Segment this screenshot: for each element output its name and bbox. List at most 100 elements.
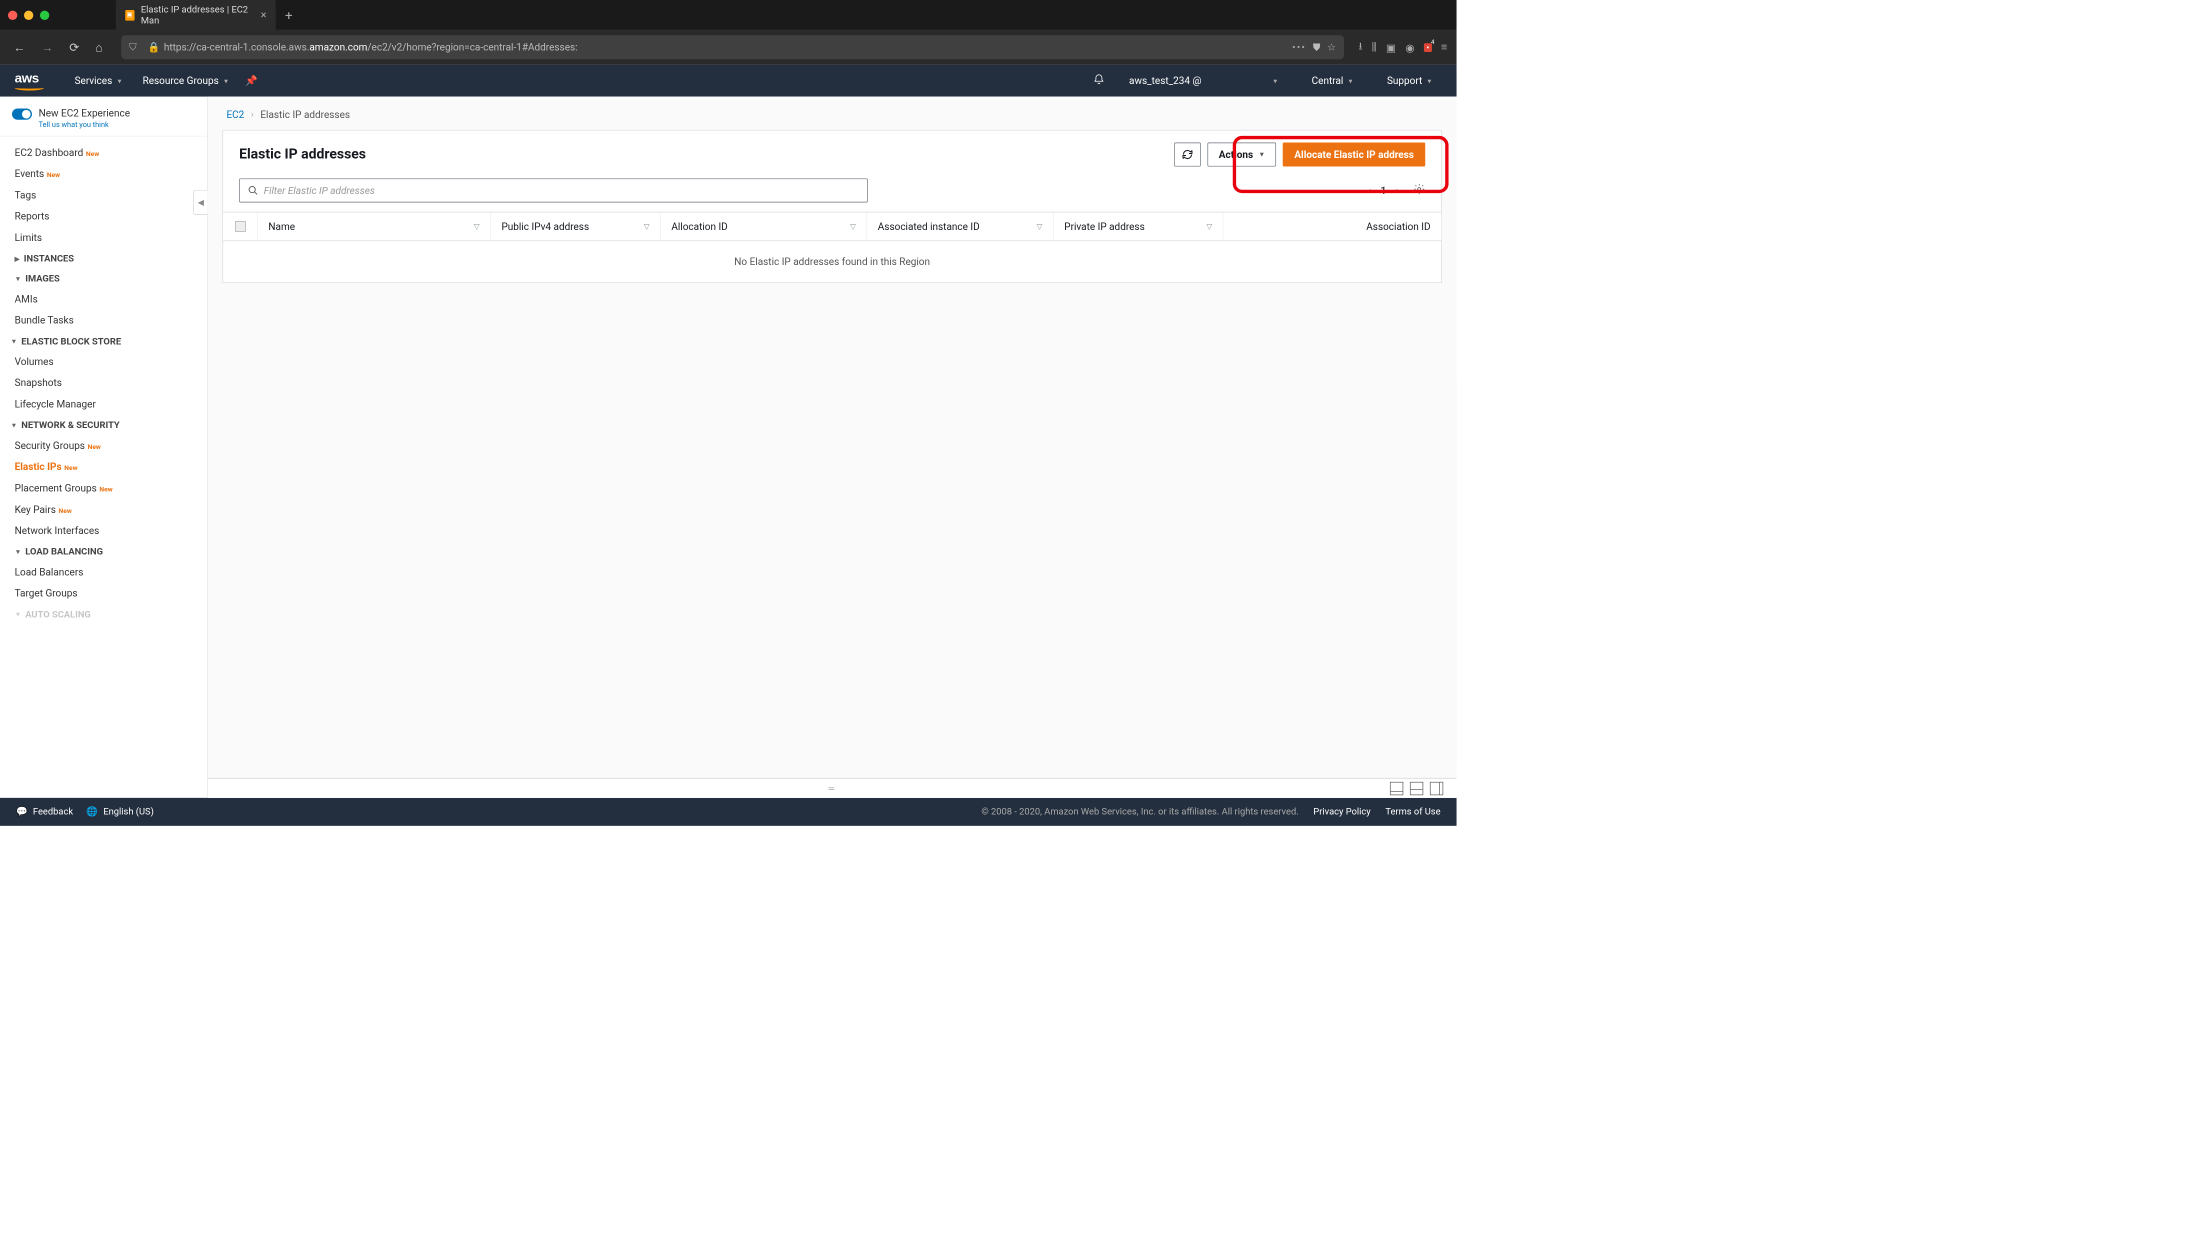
browser-tabs-bar: ▣ Elastic IP addresses | EC2 Man × + [0,0,1457,30]
lock-icon: 🔒 [148,41,157,53]
sidebar-section-load-balancing[interactable]: ▼LOAD BALANCING [0,541,207,561]
close-tab-icon[interactable]: × [261,9,267,22]
chevron-down-icon: ▾ [1349,76,1353,85]
new-experience-title: New EC2 Experience [39,107,130,119]
menu-icon[interactable]: ≡ [1441,41,1447,54]
bookmark-star-icon[interactable]: ☆ [1327,41,1336,53]
url-bar[interactable]: ⛉ 🔒 https://ca-central-1.console.aws.ama… [121,35,1344,59]
nav-support-menu[interactable]: Support▾ [1376,75,1442,87]
browser-tab[interactable]: ▣ Elastic IP addresses | EC2 Man × [116,0,276,31]
sort-icon: ▽ [644,222,650,231]
sidebar-item-amis[interactable]: AMIs [0,288,207,309]
table-settings-button[interactable] [1413,183,1425,198]
terms-of-use-link[interactable]: Terms of Use [1385,807,1440,818]
reload-button[interactable]: ⟳ [65,38,83,57]
nav-resource-groups[interactable]: Resource Groups▾ [132,75,238,87]
minimize-window-button[interactable] [24,10,33,19]
sidebar-collapse-button[interactable]: ◀ [193,190,208,215]
empty-table-message: No Elastic IP addresses found in this Re… [223,241,1441,282]
chevron-down-icon: ▼ [15,611,22,618]
forward-button[interactable]: → [37,38,57,57]
layout-side-icon[interactable] [1430,782,1443,795]
sidebar-item-target-groups[interactable]: Target Groups [0,583,207,604]
nav-user-menu[interactable]: aws_test_234 @▾ [1118,75,1287,87]
aws-logo[interactable]: aws [15,71,44,90]
refresh-icon [1182,149,1194,161]
breadcrumb-current: Elastic IP addresses [260,109,350,121]
maximize-window-button[interactable] [40,10,49,19]
globe-icon: 🌐 [86,807,98,818]
sidebar-item-network-interfaces[interactable]: Network Interfaces [0,520,207,541]
sidebar-item-load-balancers[interactable]: Load Balancers [0,561,207,582]
sidebar-item-elastic-ips[interactable]: Elastic IPsNew [0,456,207,477]
language-selector[interactable]: 🌐English (US) [86,807,153,818]
refresh-button[interactable] [1174,143,1201,167]
column-header-public-ipv4[interactable]: Public IPv4 address▽ [491,212,661,240]
pagination: ‹ 1 › [1368,183,1425,198]
sidebar-section-ebs[interactable]: ▼ELASTIC BLOCK STORE [0,331,207,351]
allocate-elastic-ip-button[interactable]: Allocate Elastic IP address [1283,143,1425,167]
column-header-private-ip[interactable]: Private IP address▽ [1054,212,1224,240]
sidebar-item-bundle-tasks[interactable]: Bundle Tasks [0,310,207,331]
sidebar-item-events[interactable]: EventsNew [0,163,207,184]
layout-bottom-icon[interactable] [1390,782,1403,795]
shield-icon: ⛉ [129,41,141,53]
column-header-association-id[interactable]: Association ID [1223,212,1441,240]
sidebar-item-lifecycle-manager[interactable]: Lifecycle Manager [0,394,207,415]
feedback-link[interactable]: 💬Feedback [16,807,73,818]
account-icon[interactable]: ◉ [1405,41,1414,54]
home-button[interactable]: ⌂ [91,38,106,57]
tracking-protection-icon[interactable]: ⛊ [1313,41,1321,53]
filter-search-box[interactable] [239,178,868,202]
close-window-button[interactable] [8,10,17,19]
ec2-sidebar: New EC2 Experience Tell us what you thin… [0,97,208,798]
actions-dropdown-button[interactable]: Actions▼ [1207,143,1276,167]
sidebar-item-volumes[interactable]: Volumes [0,351,207,372]
downloads-icon[interactable]: ⭳ [1359,38,1363,56]
main-content: EC2 › Elastic IP addresses Elastic IP ad… [208,97,1457,798]
table-header-row: Name▽ Public IPv4 address▽ Allocation ID… [223,212,1441,241]
sidebar-section-instances[interactable]: ▶INSTANCES [0,248,207,268]
filter-input[interactable] [264,184,859,196]
column-header-allocation-id[interactable]: Allocation ID▽ [661,212,867,240]
new-experience-feedback-link[interactable]: Tell us what you think [39,121,130,130]
sidebar-item-snapshots[interactable]: Snapshots [0,372,207,393]
sidebar-item-ec2-dashboard[interactable]: EC2 DashboardNew [0,142,207,163]
privacy-policy-link[interactable]: Privacy Policy [1313,807,1370,818]
chevron-down-icon: ▼ [15,548,22,555]
tab-title: Elastic IP addresses | EC2 Man [141,4,249,25]
sidebar-section-network-security[interactable]: ▼NETWORK & SECURITY [0,415,207,435]
sidebar-section-auto-scaling[interactable]: ▼AUTO SCALING [0,604,207,624]
nav-region-menu[interactable]: Central▾ [1301,75,1363,87]
breadcrumb-ec2-link[interactable]: EC2 [226,109,244,121]
next-page-button[interactable]: › [1396,184,1399,196]
sidebar-item-placement-groups[interactable]: Placement GroupsNew [0,478,207,499]
extension-icon[interactable]: ▪4 [1424,43,1432,52]
url-more-icon[interactable]: ••• [1292,41,1306,53]
new-tab-button[interactable]: + [285,7,293,23]
back-button[interactable]: ← [9,38,29,57]
sidebar-item-reports[interactable]: Reports [0,206,207,227]
nav-services[interactable]: Services▾ [64,75,132,87]
select-all-checkbox[interactable] [223,212,258,240]
toolbar-right: ⭳ ⫼ ▣ ◉ ▪4 ≡ [1359,38,1448,56]
chevron-down-icon: ▾ [1428,76,1432,85]
column-header-name[interactable]: Name▽ [258,212,491,240]
library-icon[interactable]: ⫼ [1372,41,1377,54]
new-experience-toggle-row: New EC2 Experience Tell us what you thin… [0,97,207,137]
column-header-associated-instance[interactable]: Associated instance ID▽ [867,212,1053,240]
layout-bottom-alt-icon[interactable] [1410,782,1423,795]
detail-pane-resize-handle[interactable] [208,778,1457,798]
prev-page-button[interactable]: ‹ [1368,184,1371,196]
sidebar-section-images[interactable]: ▼IMAGES [0,268,207,288]
chevron-right-icon: ▶ [15,255,20,262]
chevron-right-icon: › [251,109,254,120]
sidebar-item-limits[interactable]: Limits [0,227,207,248]
sidebar-item-tags[interactable]: Tags [0,184,207,205]
pin-icon[interactable]: 📌 [245,75,257,87]
new-experience-toggle[interactable] [12,109,32,120]
notifications-icon[interactable] [1093,73,1105,88]
sidebar-icon[interactable]: ▣ [1386,41,1396,54]
sidebar-item-security-groups[interactable]: Security GroupsNew [0,435,207,456]
sidebar-item-key-pairs[interactable]: Key PairsNew [0,499,207,520]
